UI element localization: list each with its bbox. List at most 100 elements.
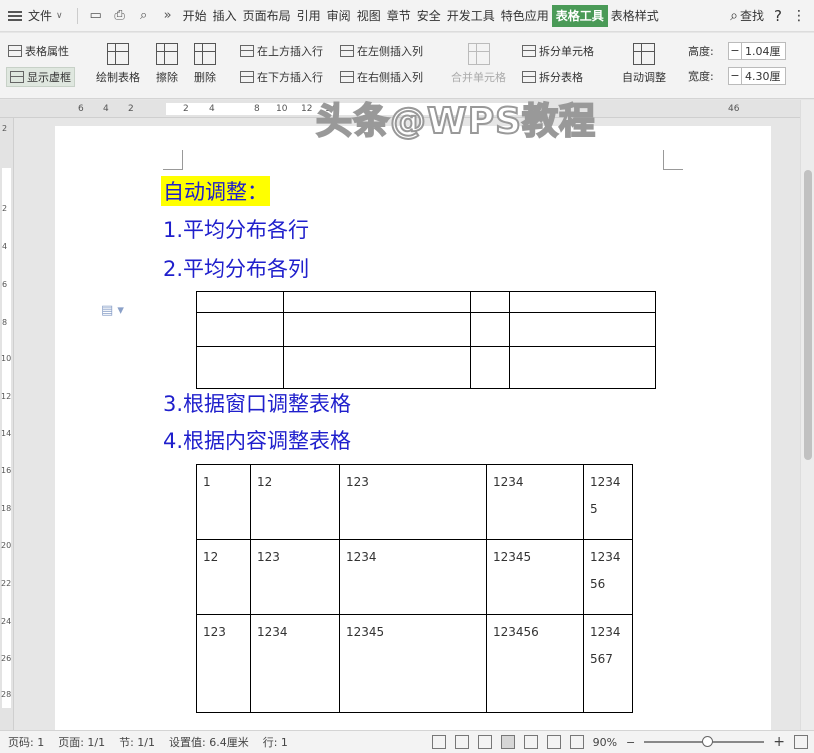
print-icon[interactable]: ⎙: [112, 8, 128, 24]
zoom-slider-knob[interactable]: [702, 736, 714, 747]
more-quick-icon[interactable]: »: [160, 8, 176, 24]
table-cell[interactable]: [509, 312, 656, 347]
table-cell[interactable]: 12345: [486, 539, 584, 615]
table-cell[interactable]: [196, 346, 284, 389]
table-cell[interactable]: 123: [196, 614, 251, 713]
search-button[interactable]: ⌕ 查找: [730, 7, 764, 24]
zoom-level[interactable]: 90%: [593, 736, 617, 749]
table-cell[interactable]: [196, 312, 284, 347]
table-cell[interactable]: 123456: [583, 539, 633, 615]
table-cell[interactable]: 123456: [486, 614, 584, 713]
tab-special[interactable]: 特色应用: [498, 5, 552, 27]
split-table-button[interactable]: 拆分表格: [522, 69, 583, 85]
draw-table-button[interactable]: 绘制表格: [96, 43, 140, 85]
auto-fit-button[interactable]: 自动调整: [622, 43, 666, 85]
merge-cells-button[interactable]: 合并单元格: [451, 43, 506, 85]
table-cell[interactable]: [283, 291, 471, 313]
table-cell[interactable]: [470, 291, 510, 313]
menu-icon[interactable]: [8, 10, 22, 21]
tab-table-tools[interactable]: 表格工具: [551, 4, 608, 27]
scrollbar-thumb[interactable]: [804, 170, 812, 460]
delete-button[interactable]: 删除: [194, 43, 216, 85]
split-cells-button[interactable]: 拆分单元格: [522, 43, 594, 59]
eraser-icon: [156, 43, 178, 65]
ruler-tick: 6: [78, 104, 84, 114]
table-cell[interactable]: 12: [250, 464, 340, 540]
insert-row-above-button[interactable]: 在上方插入行: [240, 43, 323, 59]
ruler-tick: 4: [103, 104, 109, 114]
document-canvas[interactable]: 自动调整： 1.平均分布各行 2.平均分布各列 ▤ ▾ 3.根据窗口调整表格 4…: [15, 118, 800, 730]
table-cell[interactable]: [196, 291, 284, 313]
more-icon[interactable]: ⋮: [792, 8, 806, 24]
page-number[interactable]: 页码: 1: [8, 734, 44, 750]
height-label: 高度:: [688, 45, 714, 58]
table-cell[interactable]: 1234 567: [583, 614, 633, 713]
width-input[interactable]: [742, 67, 786, 85]
eye-protection-icon[interactable]: [569, 735, 584, 749]
table-cell[interactable]: [509, 291, 656, 313]
tab-references[interactable]: 引用: [294, 5, 324, 27]
zoom-slider[interactable]: [644, 736, 765, 747]
table-cell[interactable]: [509, 346, 656, 389]
table-cell[interactable]: 12345: [583, 464, 633, 540]
print-preview-icon[interactable]: ⌕: [136, 8, 152, 24]
table-cell[interactable]: 1234: [339, 539, 487, 615]
width-label: 宽度:: [688, 70, 714, 83]
help-icon[interactable]: ?: [774, 7, 782, 25]
table-cell[interactable]: 1234: [486, 464, 584, 540]
height-input[interactable]: [742, 42, 786, 60]
erase-button[interactable]: 擦除: [156, 43, 178, 85]
outline-view-icon[interactable]: [523, 735, 538, 749]
watermark: 头条@WPS教程: [315, 100, 597, 143]
tab-chapter[interactable]: 章节: [384, 5, 414, 27]
save-icon[interactable]: ▭: [88, 8, 104, 24]
tab-page-layout[interactable]: 页面布局: [240, 5, 294, 27]
table-cell[interactable]: [283, 312, 471, 347]
insert-column-left-button[interactable]: 在左侧插入列: [340, 43, 423, 59]
list-item: 3.根据窗口调整表格: [163, 392, 352, 416]
page-view-icon[interactable]: [500, 735, 515, 749]
reading-mode-icon[interactable]: [454, 735, 469, 749]
height-decrease-button[interactable]: −: [728, 42, 742, 60]
tab-insert[interactable]: 插入: [210, 5, 240, 27]
zoom-out-button[interactable]: −: [626, 736, 635, 749]
table-cell[interactable]: 1234: [250, 614, 340, 713]
vertical-scrollbar[interactable]: [800, 100, 814, 730]
content-table[interactable]: 1 12 123 1234 1234 5 12 123 1234 12345 12…: [196, 464, 633, 713]
tab-table-style[interactable]: 表格样式: [608, 5, 662, 27]
table-cell[interactable]: 123: [339, 464, 487, 540]
ribbon: 表格属性 显示虚框 绘制表格 擦除 删除 在上方插入行 在下方插入行 在左侧插入…: [0, 33, 814, 99]
table-cell[interactable]: [470, 346, 510, 389]
table-cell[interactable]: [283, 346, 471, 389]
ruler-tick: 14: [1, 429, 12, 438]
document-page[interactable]: 自动调整： 1.平均分布各行 2.平均分布各列 ▤ ▾ 3.根据窗口调整表格 4…: [55, 126, 771, 730]
table-properties-button[interactable]: 表格属性: [8, 43, 69, 59]
tab-home[interactable]: 开始: [180, 5, 210, 27]
table-properties-icon: [8, 45, 22, 57]
table-cell[interactable]: 123: [250, 539, 340, 615]
table-cell[interactable]: 12: [196, 539, 251, 615]
empty-table[interactable]: [196, 291, 656, 389]
table-cell[interactable]: 1: [196, 464, 251, 540]
paragraph-options-icon[interactable]: ▤ ▾: [101, 303, 124, 318]
vertical-ruler[interactable]: 2 2 4 6 8 10 12 14 16 18 20 22 24 26 28: [0, 118, 14, 730]
list-item: 1.平均分布各行: [163, 218, 310, 242]
tab-security[interactable]: 安全: [414, 5, 444, 27]
table-cell[interactable]: 12345: [339, 614, 487, 713]
insert-row-below-button[interactable]: 在下方插入行: [240, 69, 323, 85]
ruler-tick: 8: [254, 104, 260, 114]
web-view-icon[interactable]: [546, 735, 561, 749]
fit-page-icon[interactable]: [794, 735, 808, 749]
file-menu-button[interactable]: 文件: [28, 7, 52, 24]
table-cell[interactable]: [470, 312, 510, 347]
tab-developer[interactable]: 开发工具: [444, 5, 498, 27]
tab-view[interactable]: 视图: [354, 5, 384, 27]
tab-review[interactable]: 审阅: [324, 5, 354, 27]
show-gridlines-button[interactable]: 显示虚框: [6, 67, 75, 87]
pen-icon[interactable]: [477, 735, 492, 749]
zoom-in-button[interactable]: +: [773, 734, 785, 750]
insert-column-right-button[interactable]: 在右侧插入列: [340, 69, 423, 85]
chevron-down-icon[interactable]: ∨: [56, 11, 63, 21]
width-decrease-button[interactable]: −: [728, 67, 742, 85]
fullscreen-icon[interactable]: [431, 735, 446, 749]
